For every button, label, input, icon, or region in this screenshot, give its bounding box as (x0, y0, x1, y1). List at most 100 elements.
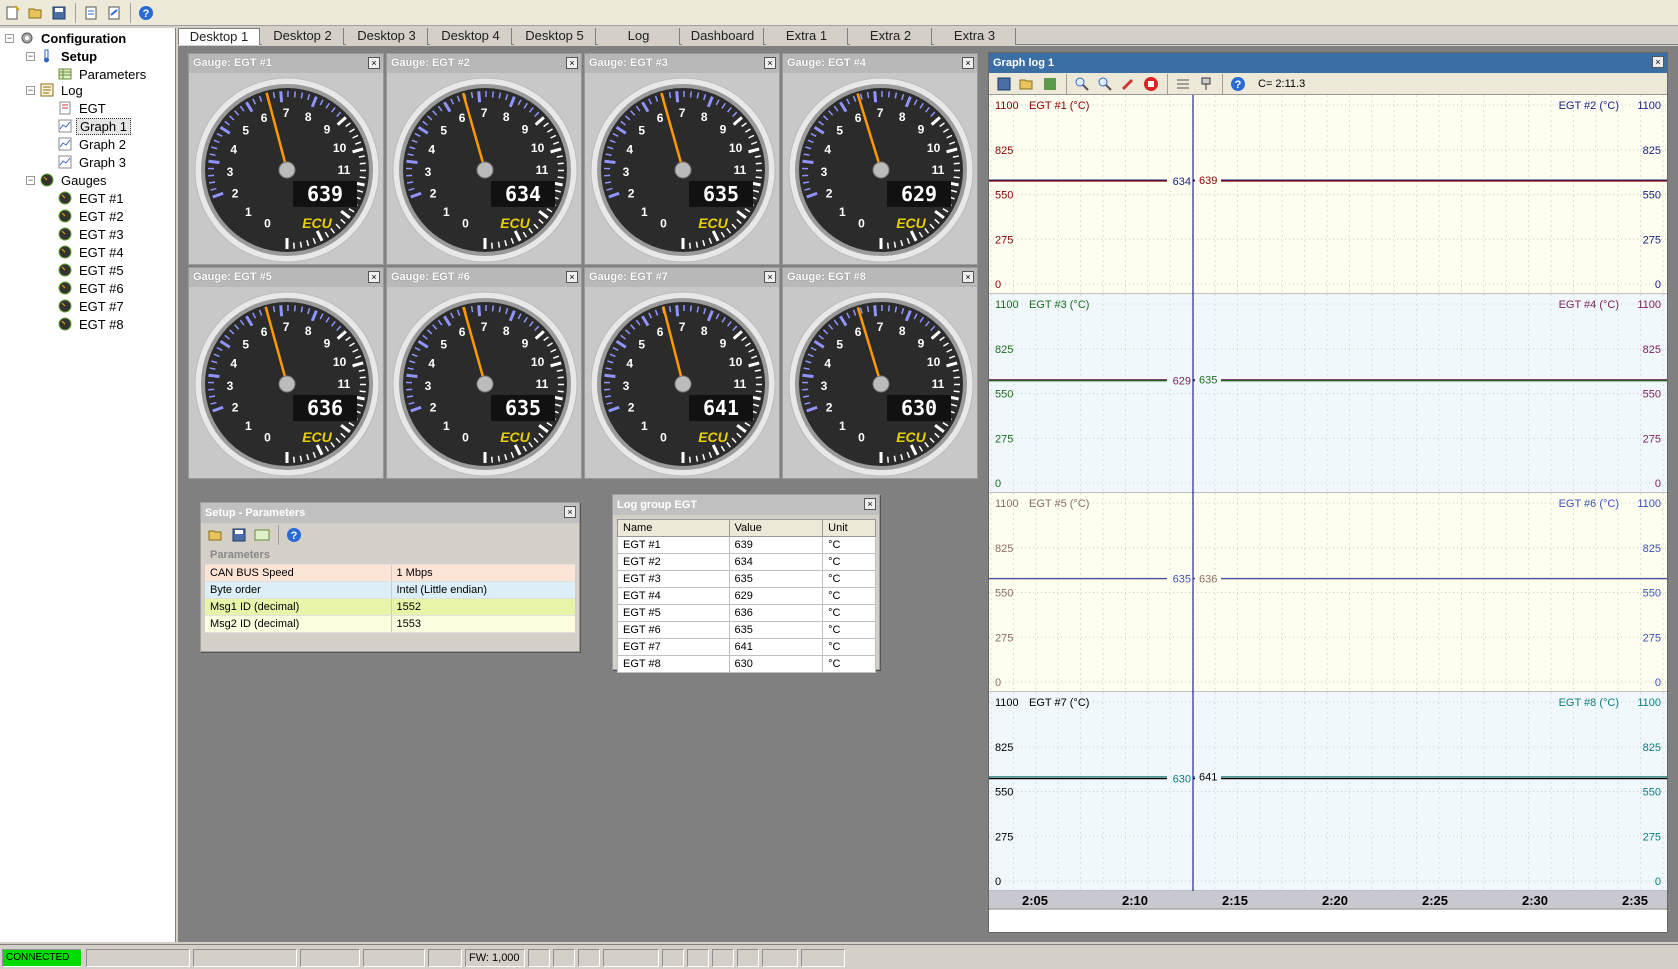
open-config-icon[interactable] (80, 2, 102, 24)
param-row[interactable]: Byte order Intel (Little endian) (205, 581, 575, 599)
table-cell: °C (822, 536, 876, 554)
y-tick-left: 550 (995, 190, 1013, 202)
table-row[interactable]: EGT #7 641 °C (617, 638, 876, 656)
status-cell (363, 949, 425, 967)
tab-dashboard[interactable]: Dashboard (682, 28, 764, 45)
column-header[interactable]: Value (728, 519, 824, 537)
close-icon[interactable]: × (962, 57, 974, 69)
tree-item-log[interactable]: Log (40, 81, 86, 99)
export-icon[interactable] (1039, 73, 1061, 95)
close-icon[interactable]: × (368, 57, 380, 69)
tree-item-log-egt[interactable]: EGT (58, 99, 109, 117)
gauge-scale-label: 8 (899, 110, 906, 124)
save-icon[interactable] (228, 524, 250, 546)
close-icon[interactable]: × (566, 271, 578, 283)
graph-plot[interactable]: 1100 1100 825 825 550 550 275 275 0 0 EGT #1 (°C) E… (988, 95, 1668, 926)
close-icon[interactable]: × (566, 57, 578, 69)
zoom-out-icon[interactable] (1094, 73, 1116, 95)
collapse-setup-icon[interactable]: − (26, 52, 35, 61)
param-row[interactable]: Msg1 ID (decimal) 1552 (205, 598, 575, 616)
tree-item-gauge-2[interactable]: EGT #2 (58, 207, 127, 225)
tab-desktop-4[interactable]: Desktop 4 (430, 28, 512, 45)
column-header[interactable]: Name (617, 519, 730, 537)
status-cell (428, 949, 462, 967)
close-icon[interactable]: × (962, 271, 974, 283)
graph-pane: 1100 1100 825 825 550 550 275 275 0 0 EGT #7 (°C) E… (989, 692, 1667, 892)
parameters-table: Parameters CAN BUS Speed 1 Mbps Byte order… (205, 547, 575, 633)
stop-icon[interactable] (1140, 73, 1162, 95)
gauge-dial: 012 3 456 7 8910 11 630 ECU (788, 291, 974, 477)
tree-item-setup[interactable]: Setup (40, 47, 100, 65)
close-icon[interactable]: × (564, 506, 576, 518)
tree-item-gauge-4[interactable]: EGT #4 (58, 243, 127, 261)
tab-desktop-3[interactable]: Desktop 3 (346, 28, 428, 45)
tree-item-gauge-1[interactable]: EGT #1 (58, 189, 127, 207)
gauge-scale-label: 9 (720, 122, 727, 136)
tab-extra-3[interactable]: Extra 3 (934, 28, 1016, 45)
tree-item-gauge-7[interactable]: EGT #7 (58, 297, 127, 315)
help-icon[interactable]: ? (283, 524, 305, 546)
param-value[interactable]: 1553 (391, 615, 575, 633)
tab-desktop-1[interactable]: Desktop 1 (178, 28, 260, 45)
y-tick-right: 0 (1655, 279, 1661, 291)
save-icon[interactable] (48, 2, 70, 24)
table-row[interactable]: EGT #3 635 °C (617, 570, 876, 588)
table-row[interactable]: EGT #4 629 °C (617, 587, 876, 605)
tree-item-gauge-6[interactable]: EGT #6 (58, 279, 127, 297)
gauge-scale-label: 4 (824, 357, 831, 371)
zoom-in-icon[interactable] (1071, 73, 1093, 95)
tab-log[interactable]: Log (598, 28, 680, 45)
pin-icon[interactable] (1195, 73, 1217, 95)
tab-extra-2[interactable]: Extra 2 (850, 28, 932, 45)
list-icon[interactable] (1172, 73, 1194, 95)
graph-scrollbar[interactable] (988, 908, 1668, 926)
tab-desktop-5[interactable]: Desktop 5 (514, 28, 596, 45)
table-row[interactable]: EGT #1 639 °C (617, 536, 876, 554)
param-value[interactable]: 1 Mbps (391, 564, 575, 582)
close-icon[interactable]: × (368, 271, 380, 283)
graph-pane: 1100 1100 825 825 550 550 275 275 0 0 EGT #3 (°C) E… (989, 294, 1667, 494)
open-icon[interactable] (205, 524, 227, 546)
close-icon[interactable]: × (1652, 56, 1664, 68)
collapse-gauges-icon[interactable]: − (26, 176, 35, 185)
open-icon[interactable] (25, 2, 47, 24)
gauge-title: Gauge: EGT #8 × (783, 268, 977, 287)
new-icon[interactable] (2, 2, 24, 24)
svg-text:?: ? (143, 8, 150, 20)
close-icon[interactable]: × (864, 498, 876, 510)
column-header[interactable]: Unit (822, 519, 876, 537)
table-row[interactable]: EGT #8 630 °C (617, 655, 876, 673)
tab-desktop-2[interactable]: Desktop 2 (262, 28, 344, 45)
table-row[interactable]: EGT #6 635 °C (617, 621, 876, 639)
export-icon[interactable] (103, 2, 125, 24)
tree-item-graph-3[interactable]: Graph 3 (58, 153, 129, 171)
tree-item-graph-1[interactable]: Graph 1 (58, 117, 131, 135)
close-icon[interactable]: × (764, 57, 776, 69)
collapse-log-icon[interactable]: − (26, 86, 35, 95)
pen-icon[interactable] (1117, 73, 1139, 95)
table-row[interactable]: EGT #2 634 °C (617, 553, 876, 571)
document-icon (59, 101, 71, 115)
tree-item-graph-2[interactable]: Graph 2 (58, 135, 129, 153)
param-value[interactable]: 1552 (391, 598, 575, 616)
gauge-icon (58, 209, 72, 223)
collapse-root-icon[interactable]: − (5, 34, 14, 43)
tab-extra-1[interactable]: Extra 1 (766, 28, 848, 45)
open-icon[interactable] (1016, 73, 1038, 95)
tree-item-gauge-8[interactable]: EGT #8 (58, 315, 127, 333)
table-cell: °C (822, 604, 876, 622)
close-icon[interactable]: × (764, 271, 776, 283)
param-value[interactable]: Intel (Little endian) (391, 581, 575, 599)
edit-icon[interactable] (251, 524, 273, 546)
tree-item-configuration[interactable]: Configuration (20, 29, 129, 47)
param-row[interactable]: Msg2 ID (decimal) 1553 (205, 615, 575, 633)
tree-item-gauges[interactable]: Gauges (40, 171, 110, 189)
tree-item-gauge-5[interactable]: EGT #5 (58, 261, 127, 279)
save-icon[interactable] (993, 73, 1015, 95)
help-icon[interactable]: ? (135, 2, 157, 24)
param-row[interactable]: CAN BUS Speed 1 Mbps (205, 564, 575, 582)
help-icon[interactable]: ? (1227, 73, 1249, 95)
gauge-scale-label: 2 (232, 187, 239, 201)
table-row[interactable]: EGT #5 636 °C (617, 604, 876, 622)
tree-item-gauge-3[interactable]: EGT #3 (58, 225, 127, 243)
